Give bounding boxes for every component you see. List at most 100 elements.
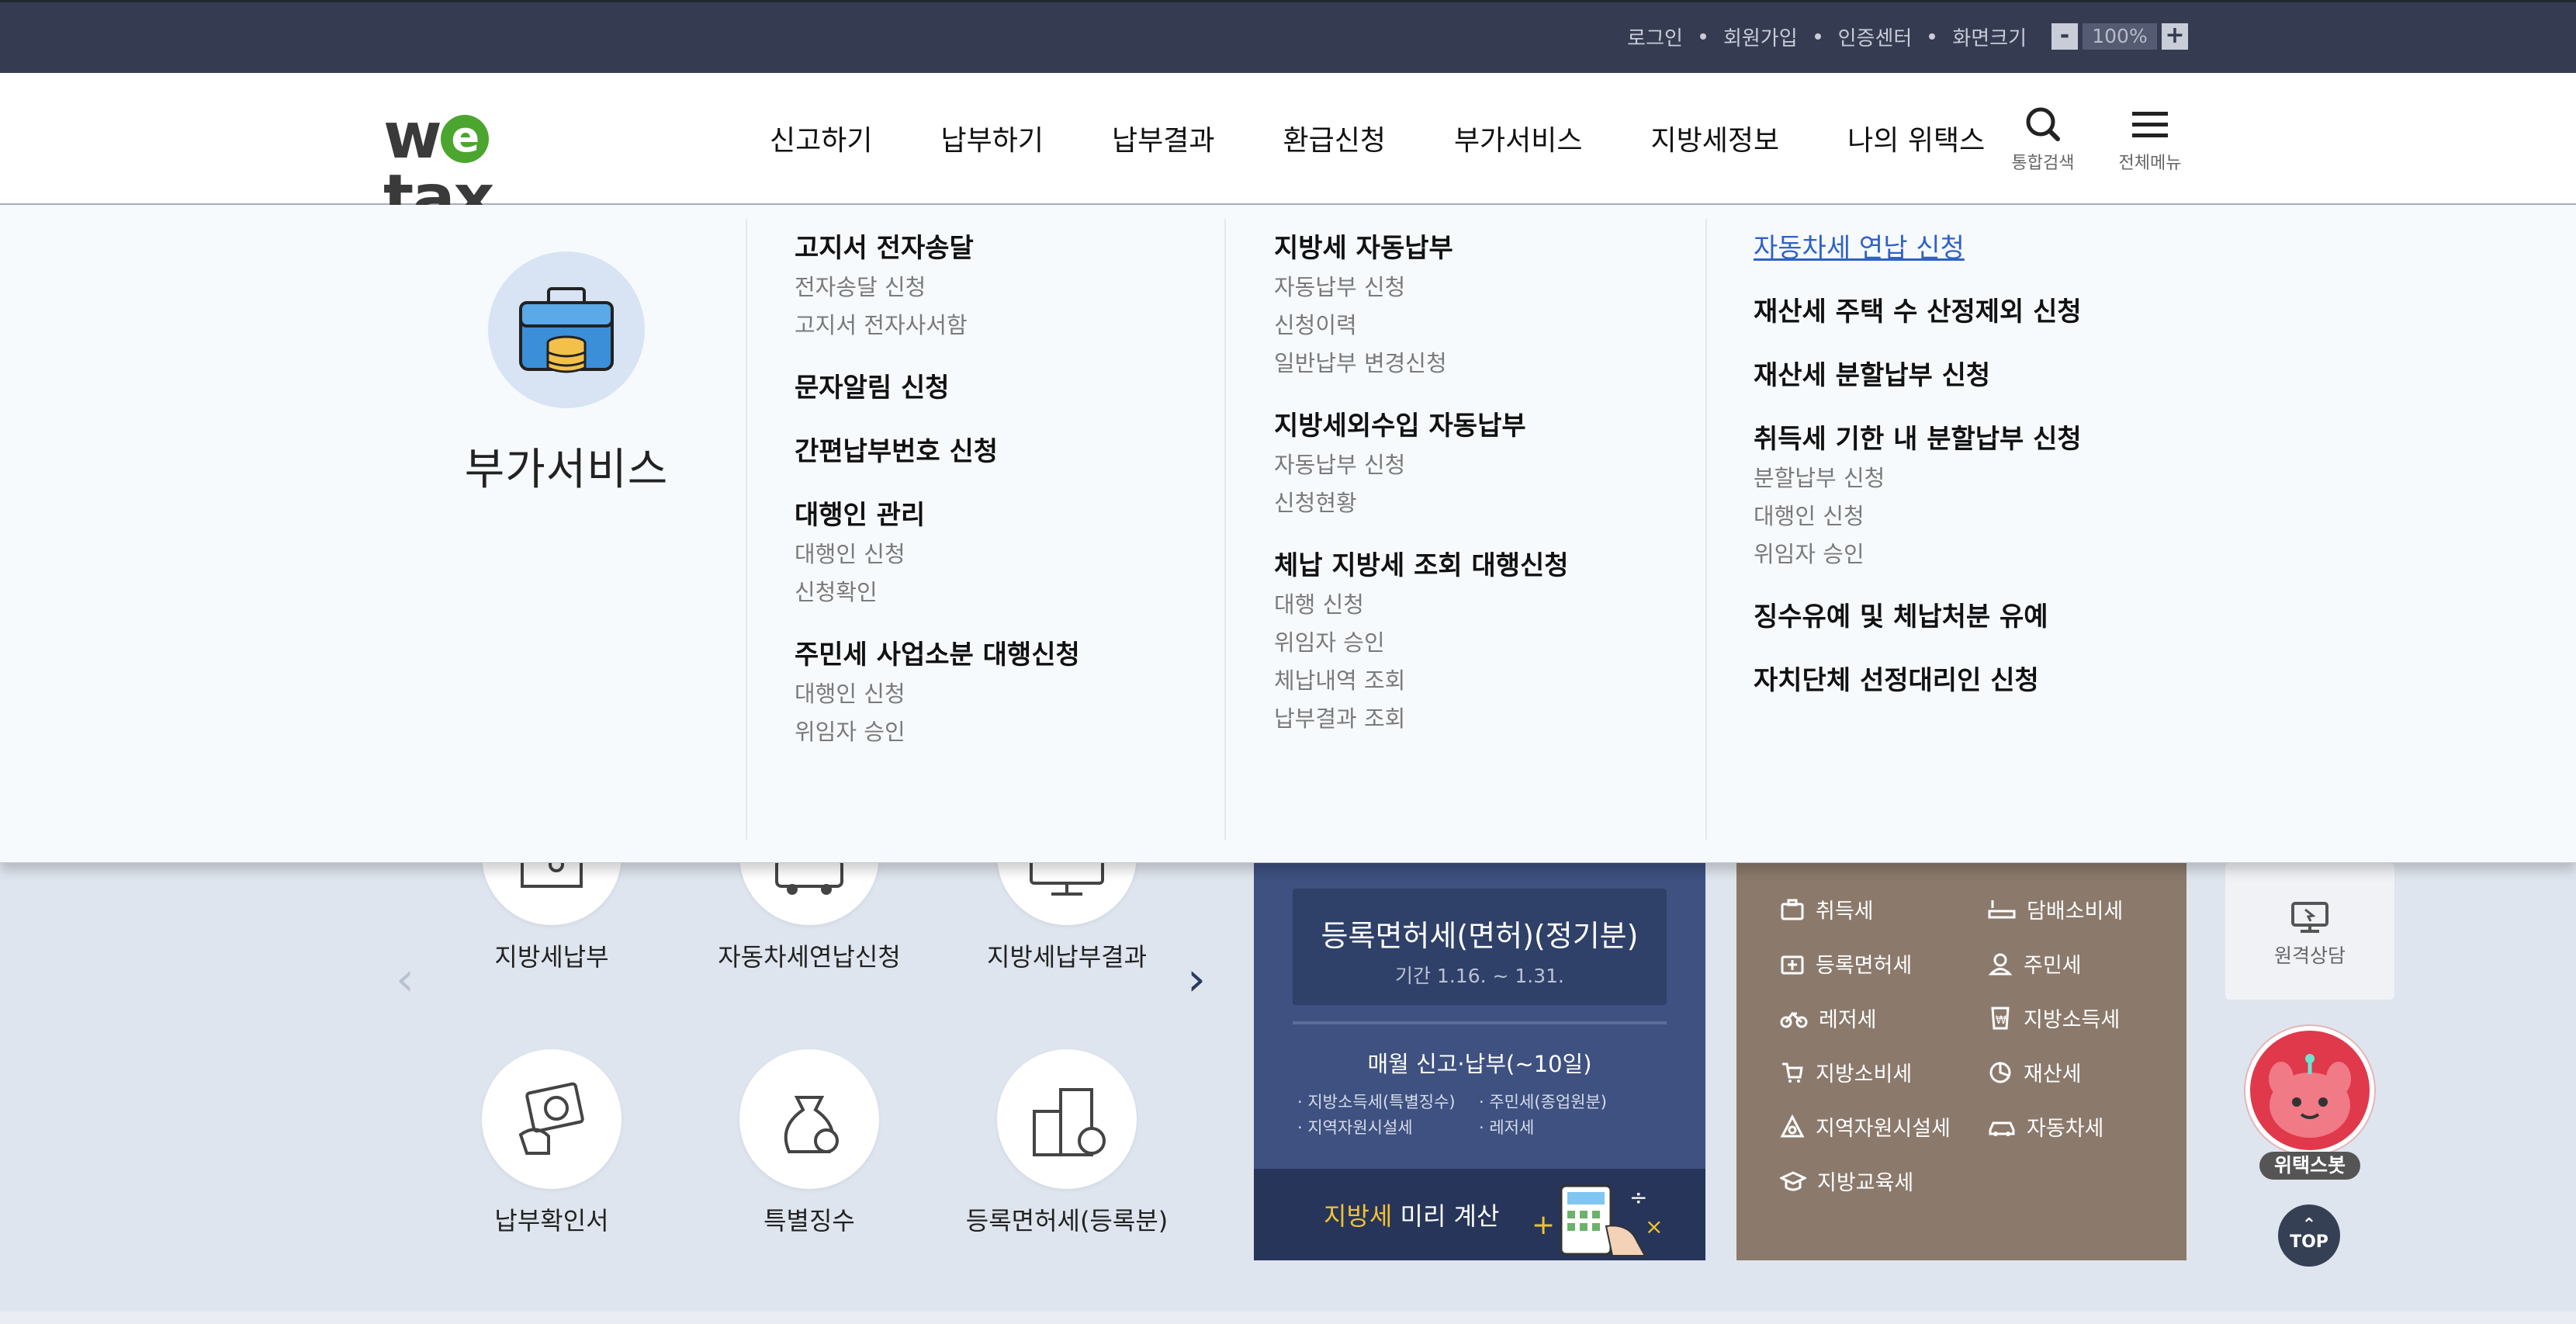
tax-link[interactable]: 재산세 <box>1988 1057 2082 1087</box>
tax-link[interactable]: 자동차세 <box>1988 1111 2103 1142</box>
menu-sub-item[interactable]: 대행인 신청 <box>795 675 1080 713</box>
quick-item-label: 등록면허세(등록분) <box>965 1206 1169 1236</box>
search-icon <box>2026 107 2060 141</box>
menu-heading[interactable]: 재산세 분할납부 신청 <box>1754 355 2082 396</box>
menu-heading[interactable]: 고지서 전자송달 <box>795 228 1080 269</box>
menu-heading[interactable]: 지방세외수입 자동납부 <box>1274 406 1569 446</box>
remote-support-button[interactable]: 원격상담 <box>2225 863 2394 1000</box>
zoom-out-button[interactable]: - <box>2051 23 2078 50</box>
tax-link[interactable]: 주민세 <box>1988 948 2082 979</box>
hamburger-icon <box>2132 112 2168 137</box>
menu-sub-item[interactable]: 신청현황 <box>1274 484 1569 522</box>
quick-prev-arrow-icon[interactable]: ‹ <box>396 956 414 1003</box>
money-bag-icon <box>739 1049 879 1189</box>
menu-sub-item[interactable]: 위임자 승인 <box>1274 624 1569 662</box>
mega-menu-additional-services: 부가서비스 고지서 전자송달 전자송달 신청 고지서 전자사서함 문자알림 신청… <box>0 205 2576 863</box>
menu-heading-active[interactable]: 자동차세 연납 신청 <box>1754 228 2082 269</box>
quick-item[interactable]: 특별징수 <box>681 1049 937 1237</box>
search-label: 통합검색 <box>2011 154 2075 173</box>
menu-sub-item[interactable]: 대행인 신청 <box>795 535 1080 574</box>
nav-pay[interactable]: 납부하기 <box>906 120 1077 163</box>
wetax-bot-button[interactable] <box>2245 1026 2374 1155</box>
nav-additional-services[interactable]: 부가서비스 <box>1420 120 1617 163</box>
menu-heading[interactable]: 대행인 관리 <box>795 495 1080 535</box>
all-menu-button[interactable]: 전체메뉴 <box>2107 104 2193 174</box>
menu-sub-item[interactable]: 신청확인 <box>795 574 1080 612</box>
nav-refund[interactable]: 환급신청 <box>1248 120 1419 163</box>
menu-heading[interactable]: 체납 지방세 조회 대행신청 <box>1274 546 1569 586</box>
utility-links: 로그인 회원가입 인증센터 화면크기 - 100% + <box>1627 19 2188 54</box>
menu-group: 지방세 자동납부 자동납부 신청 신청이력 일반납부 변경신청 <box>1274 228 1569 383</box>
menu-group: 체납 지방세 조회 대행신청 대행 신청 위임자 승인 체납내역 조회 납부결과… <box>1274 546 1569 738</box>
quick-item-label: 자동차세연납신청 <box>718 942 901 972</box>
main-header: w etax 신고하기 납부하기 납부결과 환급신청 부가서비스 지방세정보 나의… <box>0 73 2576 279</box>
menu-sub-item[interactable]: 일반납부 변경신청 <box>1274 345 1569 383</box>
menu-sub-item[interactable]: 고지서 전자사서함 <box>795 307 1080 345</box>
tax-link[interactable]: 취득세 <box>1780 894 1874 924</box>
search-button[interactable]: 통합검색 <box>2000 104 2086 174</box>
menu-heading[interactable]: 재산세 주택 수 산정제외 신청 <box>1754 292 2082 332</box>
monthly-title: 매월 신고·납부(~10일) <box>1367 1051 1592 1077</box>
quick-item[interactable]: 등록면허세(등록분) <box>939 1049 1195 1237</box>
menu-group: 고지서 전자송달 전자송달 신청 고지서 전자사서함 <box>795 228 1080 345</box>
menu-group: 간편납부번호 신청 <box>795 432 1080 472</box>
tax-link[interactable]: 지역자원시설세 <box>1780 1111 1951 1142</box>
menu-heading[interactable]: 문자알림 신청 <box>795 368 1080 408</box>
all-menu-label: 전체메뉴 <box>2118 154 2182 173</box>
nav-pay-result[interactable]: 납부결과 <box>1078 120 1248 163</box>
notice-title: 등록면허세(면허)(정기분) <box>1321 919 1639 953</box>
tax-link[interactable]: 지방교육세 <box>1780 1166 1913 1196</box>
menu-sub-item[interactable]: 체납내역 조회 <box>1274 662 1569 700</box>
column-divider <box>1705 219 1707 840</box>
wetax-logo[interactable]: w etax <box>383 105 593 230</box>
menu-group: 재산세 분할납부 신청 <box>1754 355 2082 396</box>
signup-link[interactable]: 회원가입 <box>1723 23 1798 51</box>
scroll-top-button[interactable]: ⌃ TOP <box>2278 1204 2340 1267</box>
menu-group: 주민세 사업소분 대행신청 대행인 신청 위임자 승인 <box>795 635 1080 751</box>
menu-sub-item[interactable]: 전자송달 신청 <box>795 269 1080 307</box>
quick-item[interactable]: 납부확인서 <box>424 1049 680 1237</box>
menu-sub-item[interactable]: 신청이력 <box>1274 307 1569 345</box>
menu-heading[interactable]: 자치단체 선정대리인 신청 <box>1754 660 2082 701</box>
notice-panel: 등록면허세(면허)(정기분) 기간 1.16. ~ 1.31. 매월 신고·납부… <box>1254 863 1705 1260</box>
menu-heading[interactable]: 간편납부번호 신청 <box>795 432 1080 472</box>
menu-heading[interactable]: 지방세 자동납부 <box>1274 228 1569 269</box>
won-document-icon: ₩ <box>1991 1007 2010 1029</box>
menu-sub-item[interactable]: 자동납부 신청 <box>1274 269 1569 307</box>
wetax-bot-label: 위택스봇 <box>2259 1152 2360 1180</box>
tax-link[interactable]: 지방소비세 <box>1780 1057 1912 1087</box>
graduation-cap-icon <box>1780 1170 1806 1191</box>
tax-link[interactable]: 등록면허세 <box>1780 948 1912 979</box>
login-link[interactable]: 로그인 <box>1627 23 1683 51</box>
tax-link[interactable]: 레저세 <box>1780 1003 1877 1033</box>
menu-sub-item[interactable]: 납부결과 조회 <box>1274 700 1569 738</box>
cert-center-link[interactable]: 인증센터 <box>1838 23 1913 51</box>
menu-heading[interactable]: 징수유예 및 체납처분 유예 <box>1754 597 2082 637</box>
tax-link[interactable]: 담배소비세 <box>1988 894 2123 924</box>
menu-sub-item[interactable]: 대행 신청 <box>1274 586 1569 624</box>
menu-sub-item[interactable]: 대행인 신청 <box>1754 497 2082 535</box>
notice-divider <box>1293 1021 1667 1024</box>
remote-monitor-icon <box>2291 902 2328 933</box>
nav-local-tax-info[interactable]: 지방세정보 <box>1617 120 1814 163</box>
menu-sub-item[interactable]: 위임자 승인 <box>795 713 1080 751</box>
menu-heading[interactable]: 주민세 사업소분 대행신청 <box>795 635 1080 675</box>
pie-icon <box>1989 1062 2011 1083</box>
menu-sub-item[interactable]: 분할납부 신청 <box>1754 459 2082 497</box>
bicycle-icon <box>1780 1011 1808 1028</box>
car-outline-icon <box>1989 1121 2015 1136</box>
notice-box[interactable]: 등록면허세(면허)(정기분) 기간 1.16. ~ 1.31. <box>1293 889 1667 1005</box>
menu-group: 문자알림 신청 <box>795 368 1080 408</box>
person-icon <box>1988 953 2013 975</box>
separator-dot <box>1929 33 1936 40</box>
menu-heading[interactable]: 취득세 기한 내 분할납부 신청 <box>1754 419 2082 459</box>
menu-sub-item[interactable]: 자동납부 신청 <box>1274 446 1569 484</box>
logo-e-mark: e <box>440 115 489 163</box>
nav-report[interactable]: 신고하기 <box>754 120 906 163</box>
zoom-in-button[interactable]: + <box>2162 23 2188 50</box>
menu-group: 자치단체 선정대리인 신청 <box>1754 660 2082 701</box>
menu-sub-item[interactable]: 위임자 승인 <box>1754 535 2082 574</box>
tax-calculator-link[interactable]: 지방세 미리 계산 + ÷ × <box>1254 1169 1705 1260</box>
nav-my-wetax[interactable]: 나의 위택스 <box>1813 120 2019 163</box>
tax-link[interactable]: ₩ 지방소득세 <box>1988 1003 2120 1033</box>
